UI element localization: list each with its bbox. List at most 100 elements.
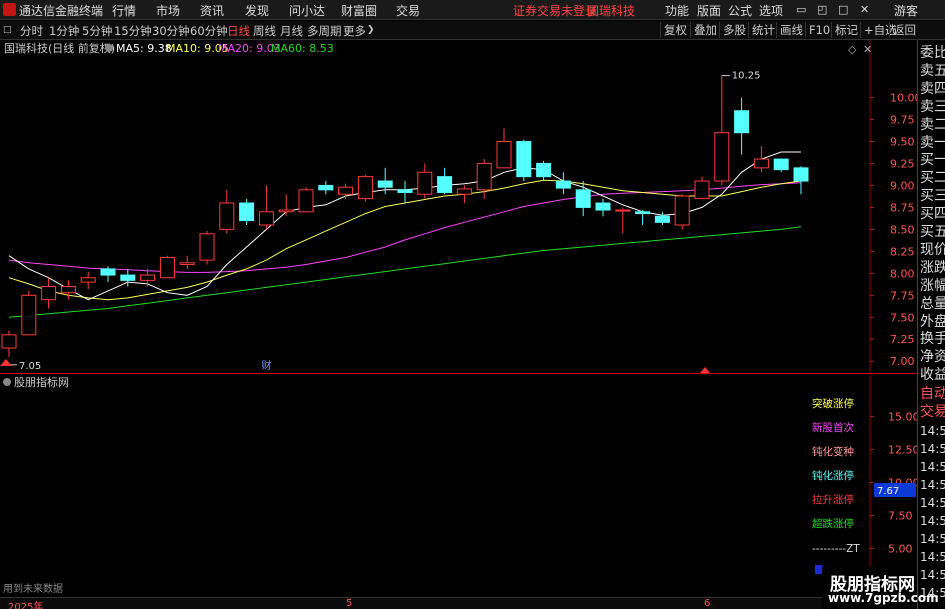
maximize-icon[interactable]: □: [838, 3, 848, 16]
candle[interactable]: [694, 176, 710, 200]
candle[interactable]: [239, 198, 255, 225]
candle[interactable]: [714, 75, 730, 186]
tick-time: 14:56: [920, 460, 945, 474]
menu-wealth-circle[interactable]: 财富圈: [341, 2, 377, 19]
candle[interactable]: [595, 198, 611, 217]
menu-ask[interactable]: 问小达: [289, 2, 325, 19]
candle[interactable]: [615, 207, 631, 234]
candle[interactable]: [219, 189, 235, 234]
candle[interactable]: [417, 163, 433, 199]
date-label-may: 5: [346, 598, 353, 609]
candle[interactable]: [80, 271, 96, 290]
btn-statistics[interactable]: 统计: [748, 22, 778, 38]
collapse-chart-icon[interactable]: ◇: [848, 43, 857, 56]
candle[interactable]: [357, 174, 373, 202]
btn-mark[interactable]: 标记: [831, 22, 861, 38]
candle[interactable]: [199, 231, 215, 265]
current-value: 7.67: [877, 486, 899, 497]
ma5-legend: MA5: 9.38: [116, 42, 172, 55]
settings-dot-icon[interactable]: [105, 44, 113, 52]
label-passivation-variant: 钝化变种: [812, 445, 854, 458]
finance-marker[interactable]: 财: [261, 359, 271, 372]
login-notice[interactable]: 证券交易未登录: [513, 2, 597, 19]
tab-30min[interactable]: 30分钟: [152, 23, 190, 39]
tab-monthly[interactable]: 月线: [280, 23, 303, 39]
candle[interactable]: [456, 185, 472, 204]
candle[interactable]: [318, 181, 334, 195]
menu-trade[interactable]: 交易: [396, 2, 420, 19]
candle[interactable]: [60, 280, 76, 300]
tick-time: 14:56: [920, 550, 945, 564]
menu-formula[interactable]: 公式: [728, 2, 752, 19]
candle[interactable]: [734, 97, 750, 155]
menu-function[interactable]: 功能: [665, 2, 689, 19]
user-guest[interactable]: 游客: [894, 2, 918, 19]
btn-back[interactable]: 返回: [889, 22, 919, 38]
candle[interactable]: [555, 172, 571, 195]
quote-field: 卖三: [920, 98, 945, 115]
candle[interactable]: [1, 330, 17, 357]
candle[interactable]: [496, 128, 512, 169]
trade-mode-label[interactable]: 交易: [920, 403, 945, 421]
tab-daily[interactable]: 日线: [227, 23, 250, 39]
candle[interactable]: [674, 194, 690, 230]
candle[interactable]: [753, 145, 769, 173]
candle[interactable]: [338, 183, 354, 199]
tab-weekly[interactable]: 周线: [253, 23, 276, 39]
low-price-label: 7.05: [19, 361, 41, 372]
indicator-chart[interactable]: 5.007.5010.0012.5015.00 股朋指标网 突破涨停 新股首次 …: [0, 375, 917, 597]
tab-15min[interactable]: 15分钟: [114, 23, 152, 39]
tab-intraday[interactable]: 分时: [20, 23, 43, 39]
tab-1min[interactable]: 1分钟: [49, 23, 79, 39]
btn-multi-stock[interactable]: 多股: [719, 22, 749, 38]
minimize-icon[interactable]: ▭: [796, 3, 806, 16]
candle[interactable]: [793, 166, 809, 195]
candle[interactable]: [536, 160, 552, 182]
close-chart-icon[interactable]: ✕: [863, 43, 872, 56]
trade-mode-label[interactable]: 自动: [920, 385, 945, 403]
tab-60min[interactable]: 60分钟: [190, 23, 228, 39]
high-price-label: 10.25: [732, 71, 761, 82]
small-box-icon[interactable]: □: [3, 25, 12, 35]
candles[interactable]: [1, 75, 809, 366]
menu-options[interactable]: 选项: [759, 2, 783, 19]
btn-restore-rights[interactable]: 复权: [660, 22, 690, 38]
price-tick-label: 9.25: [890, 157, 915, 170]
candle[interactable]: [654, 211, 670, 225]
btn-f10[interactable]: F10: [805, 22, 833, 38]
price-tick-label: 8.25: [890, 245, 915, 258]
tab-multi-period[interactable]: 多周期: [307, 23, 342, 39]
menu-layout[interactable]: 版面: [697, 2, 721, 19]
quote-field: 外盘: [920, 313, 945, 330]
candle[interactable]: [298, 187, 314, 213]
btn-draw-line[interactable]: 画线: [776, 22, 806, 38]
close-icon[interactable]: ✕: [860, 3, 869, 16]
menu-market-quotes[interactable]: 行情: [112, 2, 136, 19]
menu-news[interactable]: 资讯: [200, 2, 224, 19]
restore-icon[interactable]: ◰: [817, 3, 827, 16]
tab-5min[interactable]: 5分钟: [82, 23, 112, 39]
candle[interactable]: [179, 255, 195, 269]
candle[interactable]: [773, 158, 789, 173]
candle[interactable]: [516, 139, 532, 182]
btn-overlay[interactable]: 叠加: [690, 22, 720, 38]
kline-chart[interactable]: 7.00 7.25 7.50 7.75 8.00 8.25 8.50 8.75 9.00 9.25…: [0, 40, 917, 373]
menu-market[interactable]: 市场: [156, 2, 180, 19]
tab-more[interactable]: 更多: [343, 23, 366, 39]
quote-panel: 委比卖五卖四卖三卖二卖一买一买二买三买四买五现价涨跌涨幅总量外盘换手净资收益自动…: [917, 40, 945, 609]
candle[interactable]: [258, 185, 274, 230]
candle[interactable]: [100, 266, 116, 283]
candle[interactable]: [437, 167, 453, 195]
candle[interactable]: [278, 194, 294, 217]
candle[interactable]: [397, 181, 413, 204]
candle[interactable]: [21, 290, 37, 336]
chevron-right-icon[interactable]: ❯: [367, 25, 375, 35]
top-menu-bar: 通达信金融终端 行情 市场 资讯 发现 问小达 财富圈 交易 证券交易未登录 国…: [0, 0, 945, 20]
moving-averages: [8, 151, 802, 318]
candle[interactable]: [41, 277, 57, 309]
candle[interactable]: [635, 210, 651, 225]
indicator-settings-icon[interactable]: [3, 378, 11, 386]
candle[interactable]: [575, 181, 591, 217]
menu-discover[interactable]: 发现: [245, 2, 269, 19]
candle[interactable]: [159, 255, 175, 279]
